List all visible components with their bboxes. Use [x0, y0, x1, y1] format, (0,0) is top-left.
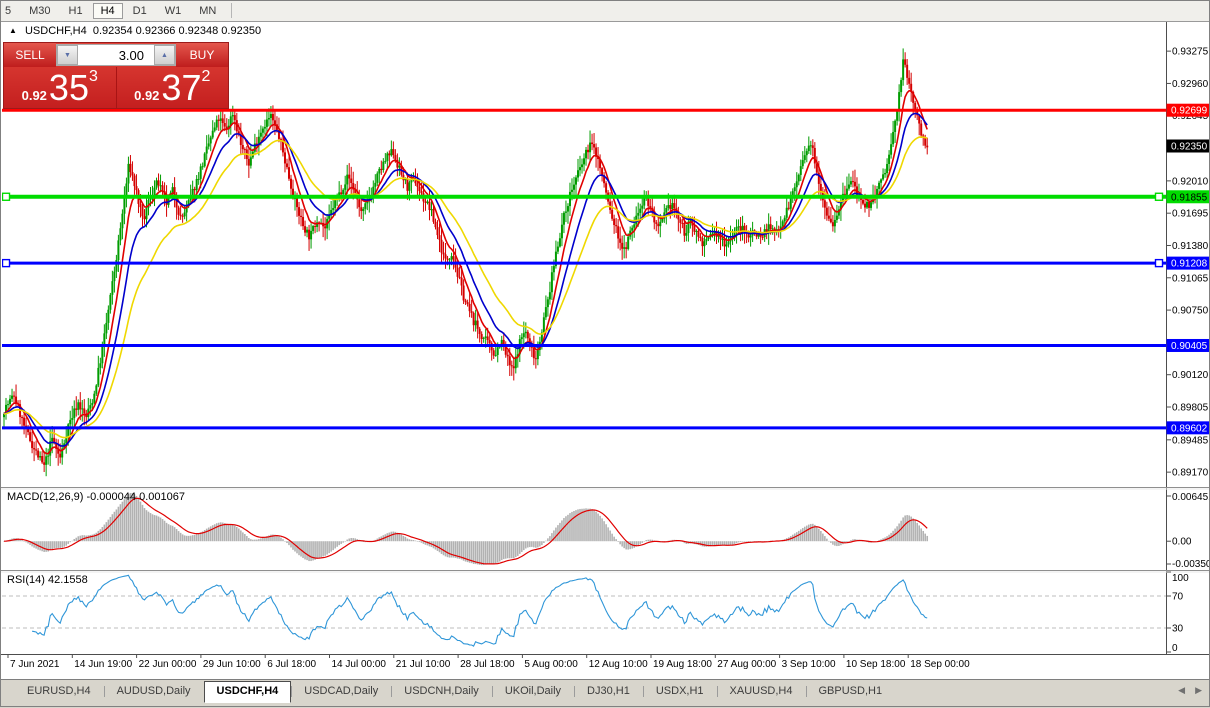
svg-text:0.89170: 0.89170	[1172, 468, 1209, 479]
sell-price-big: 35	[48, 67, 89, 108]
svg-text:29 Jun 10:00: 29 Jun 10:00	[203, 659, 261, 670]
timeframe-button-m30[interactable]: M30	[21, 3, 58, 19]
tab-ukoil-daily[interactable]: UKOil,Daily	[491, 682, 574, 701]
tab-usdchf-h4[interactable]: USDCHF,H4	[203, 681, 292, 703]
svg-text:14 Jul 00:00: 14 Jul 00:00	[332, 659, 387, 670]
up-triangle-icon: ▲	[9, 26, 17, 35]
svg-text:0.92699: 0.92699	[1171, 106, 1208, 117]
buy-button[interactable]: BUY	[176, 43, 228, 67]
svg-text:0.92010: 0.92010	[1172, 176, 1209, 187]
sell-button[interactable]: SELL	[4, 43, 56, 67]
svg-text:27 Aug 00:00: 27 Aug 00:00	[717, 659, 776, 670]
tab-usdcad-daily[interactable]: USDCAD,Daily	[291, 682, 391, 701]
chart-title: ▲ USDCHF,H4 0.92354 0.92366 0.92348 0.92…	[9, 25, 261, 37]
tab-eurusd-h4[interactable]: EURUSD,H4	[14, 682, 104, 701]
chart-symbol: USDCHF,H4	[24, 25, 87, 37]
timeframe-button-h4[interactable]: H4	[92, 2, 123, 19]
svg-text:0.91380: 0.91380	[1172, 241, 1209, 252]
sell-price-prefix: 0.92	[21, 88, 47, 103]
rsi-indicator-label: RSI(14) 42.1558	[7, 574, 88, 586]
chart-ohlc-values: 0.92354 0.92366 0.92348 0.92350	[92, 25, 262, 37]
timeframe-button-d1[interactable]: D1	[125, 3, 155, 19]
svg-text:28 Jul 18:00: 28 Jul 18:00	[460, 659, 515, 670]
svg-text:0.93275: 0.93275	[1172, 47, 1209, 58]
svg-text:0: 0	[1172, 643, 1178, 654]
svg-text:0.89602: 0.89602	[1171, 423, 1208, 434]
one-click-trade-panel: SELL ▼ 3.00 ▲ BUY 0.92 35 3 0.92 37 2	[3, 42, 229, 109]
svg-text:70: 70	[1172, 592, 1184, 603]
svg-text:0.92350: 0.92350	[1171, 142, 1208, 153]
tab-scroll-right-icon[interactable]: ▶	[1195, 685, 1202, 696]
svg-text:14 Jun 19:00: 14 Jun 19:00	[74, 659, 132, 670]
volume-decrease-button[interactable]: ▼	[57, 45, 78, 65]
timeframe-button-h1[interactable]: H1	[61, 3, 91, 19]
svg-text:5 Aug 00:00: 5 Aug 00:00	[524, 659, 578, 670]
svg-text:-0.003507: -0.003507	[1172, 559, 1210, 570]
svg-text:100: 100	[1172, 573, 1189, 584]
svg-text:21 Jul 10:00: 21 Jul 10:00	[396, 659, 451, 670]
tab-scroll-left-icon[interactable]: ◀	[1178, 685, 1185, 696]
buy-price-pip: 2	[201, 68, 211, 85]
volume-increase-button[interactable]: ▲	[154, 45, 175, 65]
timeframe-button-mn[interactable]: MN	[191, 3, 224, 19]
svg-text:3 Sep 10:00: 3 Sep 10:00	[782, 659, 836, 670]
svg-text:0.006451: 0.006451	[1172, 492, 1210, 503]
svg-text:7 Jun 2021: 7 Jun 2021	[10, 659, 60, 670]
svg-text:0.90750: 0.90750	[1172, 306, 1209, 317]
tab-usdcnh-daily[interactable]: USDCNH,Daily	[391, 682, 492, 701]
svg-text:0.90405: 0.90405	[1171, 341, 1208, 352]
macd-indicator-label: MACD(12,26,9) -0.000044 0.001067	[7, 491, 185, 503]
tab-xauusd-h4[interactable]: XAUUSD,H4	[716, 682, 806, 701]
tab-gbpusd-h1[interactable]: GBPUSD,H1	[805, 682, 896, 701]
svg-text:0.91065: 0.91065	[1172, 273, 1209, 284]
timeframe-button-m5[interactable]: 5	[1, 3, 19, 19]
svg-text:6 Jul 18:00: 6 Jul 18:00	[267, 659, 316, 670]
buy-price-prefix: 0.92	[134, 88, 160, 103]
timeframe-button-w1[interactable]: W1	[157, 3, 190, 19]
svg-text:10 Sep 18:00: 10 Sep 18:00	[846, 659, 906, 670]
svg-text:19 Aug 18:00: 19 Aug 18:00	[653, 659, 712, 670]
buy-price[interactable]: 0.92 37 2	[115, 67, 229, 108]
buy-price-big: 37	[161, 67, 202, 108]
toolbar-separator	[231, 3, 233, 18]
svg-text:0.00: 0.00	[1172, 537, 1192, 548]
svg-text:0.90120: 0.90120	[1172, 370, 1209, 381]
svg-text:0.92960: 0.92960	[1172, 79, 1209, 90]
tab-dj30-h1[interactable]: DJ30,H1	[574, 682, 643, 701]
svg-text:0.89805: 0.89805	[1172, 403, 1209, 414]
svg-text:0.91208: 0.91208	[1171, 259, 1208, 270]
tab-usdx-h1[interactable]: USDX,H1	[642, 682, 717, 701]
svg-text:22 Jun 00:00: 22 Jun 00:00	[139, 659, 197, 670]
tab-audusd-daily[interactable]: AUDUSD,Daily	[103, 682, 204, 701]
svg-text:0.89485: 0.89485	[1172, 435, 1209, 446]
volume-input[interactable]: 3.00	[78, 45, 154, 65]
sell-price[interactable]: 0.92 35 3	[4, 67, 116, 108]
sell-price-pip: 3	[88, 68, 98, 85]
svg-text:0.91855: 0.91855	[1171, 192, 1208, 203]
svg-text:18 Sep 00:00: 18 Sep 00:00	[910, 659, 970, 670]
svg-text:30: 30	[1172, 624, 1184, 635]
chart-tab-bar: EURUSD,H4 AUDUSD,Daily USDCHF,H4 USDCAD,…	[0, 679, 1210, 708]
timeframe-toolbar: 5 M30 H1 H4 D1 W1 MN	[0, 0, 1210, 22]
svg-text:0.91695: 0.91695	[1172, 209, 1209, 220]
svg-text:12 Aug 10:00: 12 Aug 10:00	[589, 659, 648, 670]
